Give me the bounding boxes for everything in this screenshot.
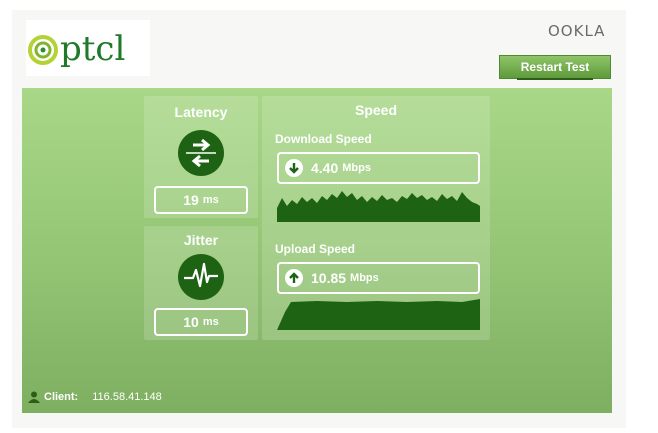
jitter-value: 10 (183, 314, 199, 330)
upload-label: Upload Speed (275, 242, 356, 256)
client-label: Client: (44, 391, 79, 403)
latency-card: Latency 19 ms (144, 96, 258, 218)
client-ip: 116.58.41.148 (92, 391, 162, 403)
speed-title: Speed (354, 102, 397, 118)
download-unit: Mbps (342, 162, 371, 174)
latency-value: 19 (183, 192, 199, 208)
ptcl-logo: ptcl (26, 20, 150, 76)
restart-underline (517, 78, 593, 80)
client-info: Client: 116.58.41.148 (28, 391, 162, 403)
download-arrow-icon (285, 159, 303, 177)
speedtest-panel: Latency 19 ms Jitter 10 ms Speed Downloa… (22, 88, 612, 413)
latency-unit: ms (202, 194, 219, 206)
download-graph (277, 191, 480, 222)
download-value-box: 4.40 Mbps (277, 152, 480, 184)
upload-value-box: 10.85 Mbps (277, 262, 480, 294)
ookla-logo: OOKLA (548, 22, 606, 40)
jitter-title: Jitter (183, 232, 219, 248)
download-label: Download Speed (275, 132, 372, 146)
jitter-unit: ms (202, 316, 219, 328)
speed-card: Speed Download Speed 4.40 Mbps Upload Sp… (262, 96, 490, 340)
restart-test-button[interactable]: Restart Test (499, 55, 611, 79)
upload-value: 10.85 (311, 270, 347, 286)
svg-text:ptcl: ptcl (60, 29, 125, 69)
user-icon (28, 391, 40, 403)
upload-graph (277, 299, 480, 330)
latency-value-box: 19 ms (154, 186, 248, 214)
jitter-value-box: 10 ms (154, 308, 248, 336)
download-value: 4.40 (311, 160, 339, 176)
latency-title: Latency (174, 104, 228, 120)
arrows-icon (178, 130, 224, 176)
pulse-icon (178, 254, 224, 300)
upload-unit: Mbps (350, 272, 379, 284)
jitter-card: Jitter 10 ms (144, 226, 258, 340)
upload-arrow-icon (285, 269, 303, 287)
